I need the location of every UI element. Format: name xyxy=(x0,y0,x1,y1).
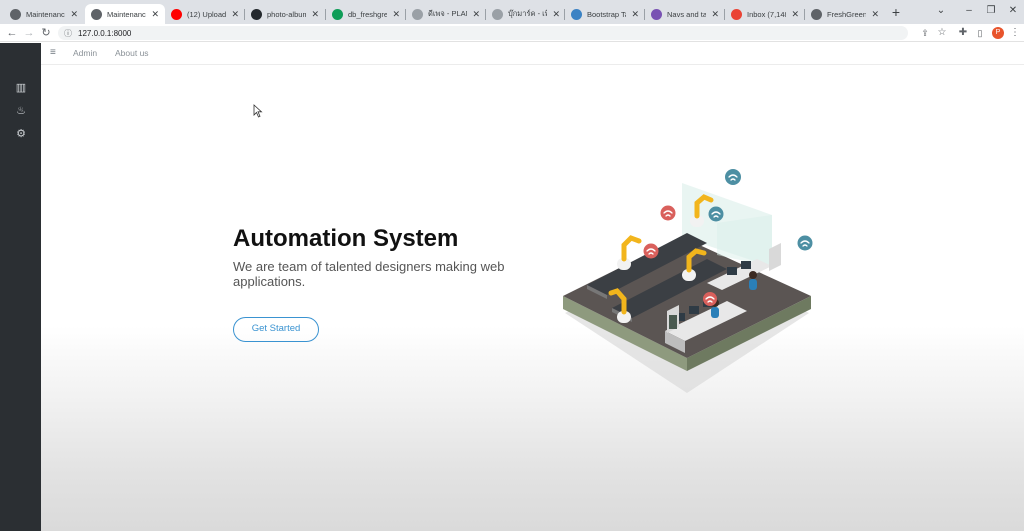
browser-tab[interactable]: Inbox (7,148) ✕ xyxy=(725,4,805,24)
tab-close-icon[interactable]: ✕ xyxy=(871,9,879,20)
tab-close-icon[interactable]: ✕ xyxy=(70,9,78,20)
tab-close-icon[interactable]: ✕ xyxy=(552,9,560,20)
extensions-icon[interactable]: ✚ xyxy=(956,25,970,41)
tab-title: photo-album-u xyxy=(267,9,307,19)
globe-icon xyxy=(811,8,822,20)
browser-tab[interactable]: Maintenance W ✕ xyxy=(4,4,84,24)
browser-toolbar: ← → ↻ ⓘ 127.0.0.1:8000 ⇪ ☆ ✚ ▯ P ⋮ xyxy=(0,24,1024,42)
hero-subtitle: We are team of talented designers making… xyxy=(233,259,505,289)
bookmark-star-icon[interactable]: ☆ xyxy=(935,25,949,41)
bootstrap-icon xyxy=(651,8,662,20)
mouse-cursor-icon xyxy=(253,104,263,118)
tab-close-icon[interactable]: ✕ xyxy=(231,9,239,20)
hero-section: Automation System We are team of talente… xyxy=(41,65,1024,531)
tab-title: ดีเพจ - PLANT xyxy=(428,9,467,18)
window-close-icon[interactable]: ✕ xyxy=(1006,5,1020,16)
tab-close-icon[interactable]: ✕ xyxy=(151,9,159,20)
share-icon[interactable]: ⇪ xyxy=(918,25,932,41)
bootstrap-tabs-icon xyxy=(571,8,582,20)
tab-separator xyxy=(724,9,725,20)
tab-separator xyxy=(644,9,645,20)
get-started-button[interactable]: Get Started xyxy=(233,317,319,342)
maximize-icon[interactable]: ❐ xyxy=(984,5,998,16)
reload-icon[interactable]: ↻ xyxy=(39,25,53,41)
tab-separator xyxy=(804,9,805,20)
tab-title: Maintenance W xyxy=(26,9,66,19)
hamburger-icon[interactable]: ≡ xyxy=(50,47,56,58)
tab-title: Navs and tabs xyxy=(667,9,707,19)
minimize-icon[interactable]: – xyxy=(962,5,976,16)
github-icon xyxy=(251,8,262,20)
side-panel-icon[interactable]: ▯ xyxy=(973,25,987,41)
fire-icon[interactable]: ♨ xyxy=(13,104,29,118)
tab-title: db_freshgreen xyxy=(348,9,388,19)
page-icon xyxy=(492,8,503,20)
globe-icon xyxy=(91,8,102,20)
youtube-icon xyxy=(171,8,182,20)
tab-close-icon[interactable]: ✕ xyxy=(631,9,639,20)
nav-link-about-us[interactable]: About us xyxy=(115,48,149,58)
tab-close-icon[interactable]: ✕ xyxy=(791,9,799,20)
forward-icon[interactable]: → xyxy=(22,25,36,41)
url-text: 127.0.0.1:8000 xyxy=(78,28,132,38)
nav-link-admin[interactable]: Admin xyxy=(73,48,97,58)
gmail-icon xyxy=(731,8,742,20)
gears-icon[interactable]: ⚙ xyxy=(13,127,29,141)
tab-search-icon[interactable]: ⌄ xyxy=(934,5,948,16)
tab-title: Maintenance W xyxy=(107,9,147,19)
factory-illustration xyxy=(563,169,813,393)
tab-separator xyxy=(325,9,326,20)
tab-close-icon[interactable]: ✕ xyxy=(311,9,319,20)
browser-tab[interactable]: photo-album-u ✕ xyxy=(245,4,325,24)
address-bar[interactable]: ⓘ 127.0.0.1:8000 xyxy=(58,26,908,40)
hero-title: Automation System xyxy=(233,225,459,252)
globe-icon xyxy=(10,8,21,20)
tab-close-icon[interactable]: ✕ xyxy=(472,9,480,20)
tab-title: Bootstrap Tabs xyxy=(587,9,626,19)
sheets-icon xyxy=(332,8,343,20)
browser-tab[interactable]: (12) Upload Mu ✕ xyxy=(165,4,245,24)
menu-kebab-icon[interactable]: ⋮ xyxy=(1008,25,1022,41)
tab-separator xyxy=(564,9,565,20)
browser-tab[interactable]: Bootstrap Tabs ✕ xyxy=(565,4,645,24)
browser-tab[interactable]: Maintenance W ✕ xyxy=(85,4,165,24)
tab-title: (12) Upload Mu xyxy=(187,9,227,19)
tab-title: FreshGreen xyxy=(827,9,867,19)
browser-tab[interactable]: ดีเพจ - PLANT ✕ xyxy=(406,4,486,24)
chart-icon[interactable]: ▥ xyxy=(13,81,29,95)
back-icon[interactable]: ← xyxy=(5,25,19,41)
tab-separator xyxy=(244,9,245,20)
tab-separator xyxy=(485,9,486,20)
profile-avatar[interactable]: P xyxy=(992,27,1004,39)
tab-title: Inbox (7,148) xyxy=(747,9,786,19)
browser-tab[interactable]: db_freshgreen ✕ xyxy=(326,4,406,24)
top-navbar: ≡ Admin About us xyxy=(41,43,1024,65)
browser-tab-strip: Maintenance W✕Maintenance W✕(12) Upload … xyxy=(0,0,1024,24)
tab-separator xyxy=(405,9,406,20)
info-icon[interactable]: ⓘ xyxy=(64,28,72,39)
tab-close-icon[interactable]: ✕ xyxy=(392,9,400,20)
sidebar: ▥ ♨ ⚙ xyxy=(0,43,41,531)
browser-tab[interactable]: บุ๊กมาร์ค - เพิ่ม ✕ xyxy=(486,4,566,24)
page-icon xyxy=(412,8,423,20)
tab-close-icon[interactable]: ✕ xyxy=(711,9,719,20)
new-tab-button[interactable]: + xyxy=(888,5,904,19)
browser-tab[interactable]: FreshGreen ✕ xyxy=(805,4,885,24)
browser-tab[interactable]: Navs and tabs ✕ xyxy=(645,4,725,24)
tab-title: บุ๊กมาร์ค - เพิ่ม xyxy=(508,9,548,18)
